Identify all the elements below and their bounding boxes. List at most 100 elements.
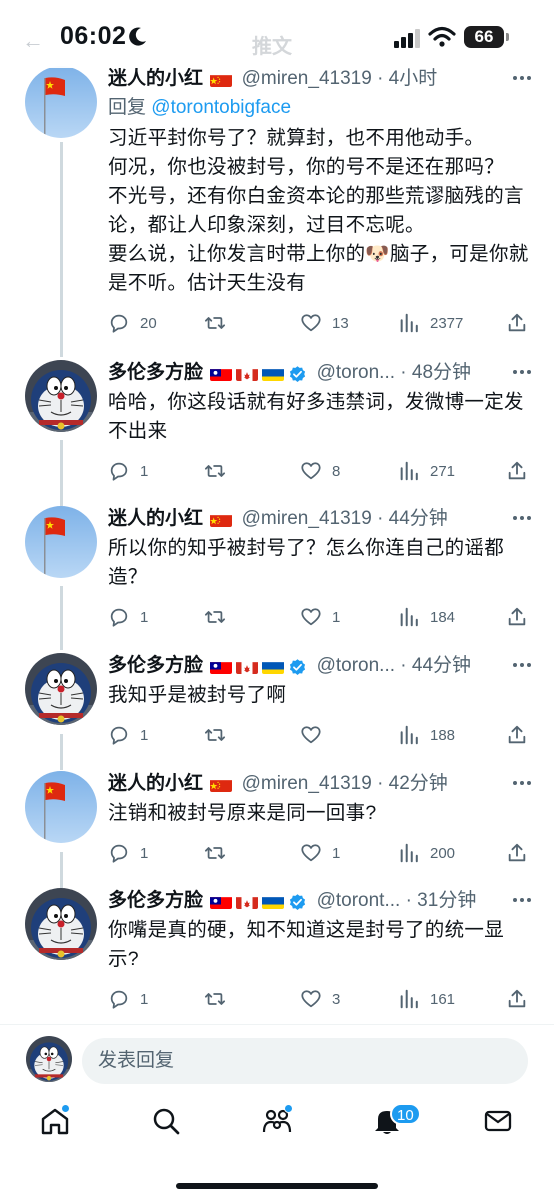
share-button[interactable]: [506, 458, 538, 484]
retweet-icon: [204, 729, 226, 741]
share-button[interactable]: [506, 722, 538, 748]
display-name[interactable]: 多伦多方脸: [108, 655, 203, 676]
tweet-header: 多伦多方脸 @toront... · 31分钟: [108, 888, 532, 914]
timestamp: · 44分钟: [377, 508, 448, 529]
tab-messages[interactable]: [483, 1106, 515, 1138]
reply-button[interactable]: 20: [108, 310, 157, 336]
like-button[interactable]: 13: [300, 310, 349, 336]
handle[interactable]: @toront...: [317, 890, 401, 911]
flag-tw-icon: [210, 659, 233, 674]
retweet-button[interactable]: [204, 840, 236, 866]
more-options-icon[interactable]: [512, 655, 532, 675]
display-name[interactable]: 迷人的小红: [108, 773, 203, 794]
flag-ca-icon: [236, 894, 259, 909]
like-button[interactable]: 3: [300, 986, 340, 1012]
more-options-icon[interactable]: [512, 890, 532, 910]
reply-button[interactable]: 1: [108, 458, 148, 484]
more-options-icon[interactable]: [512, 68, 532, 88]
my-avatar[interactable]: [26, 1036, 72, 1082]
reply-mention-link[interactable]: @torontobigface: [151, 97, 291, 118]
reply-input[interactable]: 发表回复: [82, 1038, 528, 1084]
avatar[interactable]: [25, 771, 97, 843]
share-icon: [508, 461, 526, 480]
tab-search[interactable]: [151, 1106, 183, 1138]
heart-icon: [301, 608, 321, 626]
more-options-icon[interactable]: [512, 508, 532, 528]
retweet-button[interactable]: [204, 458, 236, 484]
battery-tip: [506, 33, 509, 41]
reply-count: 1: [140, 608, 149, 626]
views-button[interactable]: 2377: [398, 310, 463, 336]
display-name[interactable]: 多伦多方脸: [108, 890, 203, 911]
heart-icon: [301, 990, 321, 1008]
more-options-icon[interactable]: [512, 773, 532, 793]
divider: [0, 1024, 554, 1025]
reply-icon: [110, 462, 128, 481]
back-arrow-icon[interactable]: ←: [22, 28, 44, 54]
retweet-icon: [204, 611, 226, 623]
like-button[interactable]: [300, 722, 332, 748]
flag-tw-icon: [210, 894, 233, 909]
views-button[interactable]: 184: [398, 604, 455, 630]
avatar[interactable]: [25, 653, 97, 725]
display-name[interactable]: 迷人的小红: [108, 508, 203, 529]
like-button[interactable]: 1: [300, 604, 340, 630]
thread-line: [60, 142, 63, 357]
reply-icon: [110, 608, 128, 627]
share-button[interactable]: [506, 604, 538, 630]
handle[interactable]: @miren_41319: [242, 508, 372, 529]
tweet-content: 多伦多方脸 @toront... · 31分钟 你嘴是真的硬，知不知道这是封号了…: [108, 888, 532, 1012]
like-count: 1: [332, 844, 341, 862]
tweet-text: 习近平封你号了？就算封，也不用他动手。 何况，你也没被封号，你的号不是还在那吗？…: [108, 127, 529, 294]
views-button[interactable]: 188: [398, 722, 455, 748]
name-flags: [210, 774, 236, 797]
reply-button[interactable]: 1: [108, 722, 148, 748]
retweet-button[interactable]: [204, 604, 236, 630]
search-icon: [153, 1108, 180, 1135]
share-icon: [508, 989, 526, 1008]
views-button[interactable]: 161: [398, 986, 455, 1012]
avatar[interactable]: [25, 888, 97, 960]
reply-count: 20: [140, 314, 157, 332]
bottom-tab-bar: [0, 1096, 554, 1156]
like-button[interactable]: 8: [300, 458, 340, 484]
handle[interactable]: @toron...: [317, 655, 395, 676]
avatar[interactable]: [25, 506, 97, 578]
share-button[interactable]: [506, 986, 538, 1012]
tweet-text: 你嘴是真的硬，知不知道这是封号了的统一显示?: [108, 919, 505, 970]
views-chart-icon: [400, 313, 418, 333]
like-button[interactable]: 1: [300, 840, 340, 866]
thread-line: [60, 586, 63, 650]
more-options-icon[interactable]: [512, 362, 532, 382]
handle[interactable]: @miren_41319: [242, 773, 372, 794]
flag-cn-icon: [210, 777, 233, 792]
flag-ca-icon: [236, 366, 259, 381]
reply-button[interactable]: 1: [108, 840, 148, 866]
heart-icon: [301, 462, 321, 480]
views-button[interactable]: 271: [398, 458, 455, 484]
reply-button[interactable]: 1: [108, 604, 148, 630]
handle[interactable]: @toron...: [317, 362, 395, 383]
reply-button[interactable]: 1: [108, 986, 148, 1012]
retweet-button[interactable]: [204, 722, 236, 748]
retweet-button[interactable]: [204, 310, 236, 336]
reply-composer: 发表回复: [0, 1030, 554, 1090]
share-button[interactable]: [506, 310, 538, 336]
notifications-badge: 10: [390, 1103, 421, 1125]
display-name[interactable]: 迷人的小红: [108, 68, 203, 89]
share-icon: [508, 725, 526, 744]
view-count: 161: [430, 990, 456, 1008]
timestamp: · 31分钟: [405, 890, 477, 911]
avatar[interactable]: [25, 360, 97, 432]
display-name[interactable]: 多伦多方脸: [108, 362, 203, 383]
thread-line: [60, 852, 63, 888]
flag-tw-icon: [210, 366, 233, 381]
avatar[interactable]: [25, 66, 97, 138]
tweet-content: 迷人的小红 @miren_41319 · 4小时 回复 @torontobigf…: [108, 66, 532, 336]
flag-ua-icon: [262, 366, 285, 381]
handle[interactable]: @miren_41319: [242, 68, 372, 89]
views-button[interactable]: 200: [398, 840, 455, 866]
share-button[interactable]: [506, 840, 538, 866]
flag-cn-icon: [210, 512, 233, 527]
retweet-button[interactable]: [204, 986, 236, 1012]
